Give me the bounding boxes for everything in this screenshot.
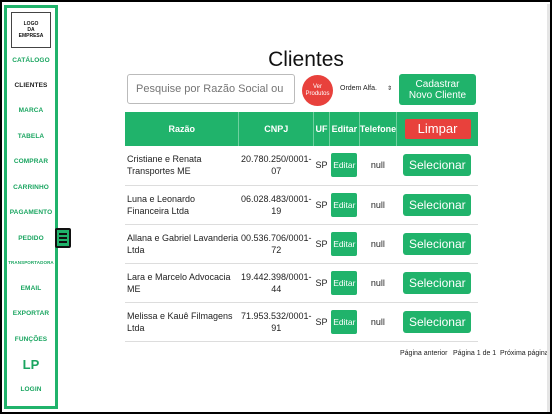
cell-uf: SP: [313, 224, 330, 264]
sidebar: LOGO DA EMPRESA CATÁLOGO CLIENTES MARCA …: [4, 5, 58, 409]
cell-editar: Editar: [329, 146, 360, 186]
header-telefone: Telefone: [359, 112, 398, 146]
cell-razao: Lara e Marcelo Advocacia ME: [125, 263, 239, 303]
sidebar-item-email[interactable]: EMAIL: [7, 285, 55, 292]
cell-cnpj: 00.536.706/0001-72: [238, 224, 314, 264]
order-select[interactable]: Ordem Alfa. ⇕: [337, 80, 395, 96]
cell-selecionar: Selecionar: [396, 146, 478, 186]
page-title: Clientes: [268, 48, 344, 71]
pagination-info: Página 1 de 1: [453, 350, 497, 357]
sidebar-item-marca[interactable]: MARCA: [7, 107, 55, 114]
menu-icon-bar: [59, 233, 67, 235]
sidebar-item-exportar[interactable]: EXPORTAR: [7, 310, 55, 317]
cell-uf: SP: [313, 185, 330, 225]
cell-uf: SP: [313, 146, 330, 186]
sidebar-item-transportadora[interactable]: TRANSPORTADORA: [7, 260, 55, 265]
table-row: Lara e Marcelo Advocacia ME 19.442.398/0…: [125, 263, 478, 303]
editar-button[interactable]: Editar: [331, 270, 358, 295]
company-logo: LOGO DA EMPRESA: [11, 12, 51, 48]
cell-cnpj: 06.028.483/0001-19: [238, 185, 314, 225]
cell-uf: SP: [313, 302, 330, 342]
sidebar-item-funcoes[interactable]: FUNÇÕES: [7, 336, 55, 343]
cell-razao: Allana e Gabriel Lavanderia Ltda: [125, 224, 239, 264]
sidebar-toggle-button[interactable]: [55, 228, 71, 248]
header-uf: UF: [313, 112, 330, 146]
ver-produtos-line-1: Ver: [312, 83, 322, 90]
cell-telefone: null: [359, 185, 397, 225]
cell-selecionar: Selecionar: [396, 302, 478, 342]
cell-razao: Melissa e Kauê Filmagens Ltda: [125, 302, 239, 342]
cell-razao: Luna e Leonardo Financeira Ltda: [125, 185, 239, 225]
header-editar: Editar: [329, 112, 360, 146]
menu-icon-bar: [59, 237, 67, 239]
cadastrar-line-1: Cadastrar: [415, 78, 460, 90]
table-row: Allana e Gabriel Lavanderia Ltda 00.536.…: [125, 224, 478, 264]
editar-button[interactable]: Editar: [331, 231, 358, 256]
cell-telefone: null: [359, 263, 397, 303]
cell-cnpj: 19.442.398/0001-44: [238, 263, 314, 303]
pagination-prev-link[interactable]: Página anterior: [400, 350, 447, 357]
header-limpar-cell: Limpar: [396, 112, 478, 146]
cell-editar: Editar: [329, 263, 360, 303]
sidebar-item-comprar[interactable]: COMPRAR: [7, 158, 55, 165]
updown-chevron-icon: ⇕: [386, 85, 392, 92]
header-cnpj: CNPJ: [238, 112, 315, 146]
order-select-value: Ordem Alfa.: [340, 84, 377, 92]
cell-editar: Editar: [329, 224, 360, 264]
selecionar-button[interactable]: Selecionar: [403, 310, 472, 333]
selecionar-button[interactable]: Selecionar: [403, 193, 472, 216]
cadastrar-line-2: Novo Cliente: [408, 89, 467, 101]
cell-telefone: null: [359, 224, 397, 264]
cell-razao: Cristiane e Renata Transportes ME: [125, 146, 239, 186]
editar-button[interactable]: Editar: [331, 309, 358, 334]
sidebar-item-clientes[interactable]: CLIENTES: [7, 82, 55, 89]
vertical-scrollbar[interactable]: [547, 4, 550, 412]
ver-produtos-button[interactable]: Ver Produtos: [302, 75, 333, 106]
sidebar-item-lp[interactable]: LP: [7, 357, 55, 372]
sidebar-item-pagamento[interactable]: PAGAMENTO: [7, 209, 55, 216]
cell-uf: SP: [313, 263, 330, 303]
sidebar-item-pedido[interactable]: PEDIDO: [7, 235, 55, 242]
logo-line-3: EMPRESA: [18, 33, 44, 39]
cell-telefone: null: [359, 146, 397, 186]
table-row: Luna e Leonardo Financeira Ltda 06.028.4…: [125, 185, 478, 225]
editar-button[interactable]: Editar: [331, 192, 358, 217]
menu-icon-bar: [59, 241, 67, 243]
table-header-row: Razão CNPJ UF Editar Telefone Limpar: [125, 112, 478, 146]
cadastrar-cliente-button[interactable]: Cadastrar Novo Cliente: [399, 74, 476, 105]
ver-produtos-line-2: Produtos: [305, 90, 330, 97]
cell-cnpj: 20.780.250/0001-07: [238, 146, 314, 186]
sidebar-item-tabela[interactable]: TABELA: [7, 133, 55, 140]
limpar-button[interactable]: Limpar: [404, 119, 471, 139]
selecionar-button[interactable]: Selecionar: [403, 232, 472, 255]
editar-button[interactable]: Editar: [331, 153, 358, 178]
selecionar-button[interactable]: Selecionar: [403, 271, 472, 294]
sidebar-item-catalogo[interactable]: CATÁLOGO: [7, 57, 55, 64]
cell-selecionar: Selecionar: [396, 185, 478, 225]
sidebar-item-carrinho[interactable]: CARRINHO: [7, 184, 55, 191]
cell-selecionar: Selecionar: [396, 263, 478, 303]
table-row: Cristiane e Renata Transportes ME 20.780…: [125, 146, 478, 186]
selecionar-button[interactable]: Selecionar: [403, 154, 472, 177]
sidebar-item-login[interactable]: LOGIN: [7, 386, 55, 393]
header-razao: Razão: [125, 112, 240, 146]
cell-editar: Editar: [329, 302, 360, 342]
clientes-table: Razão CNPJ UF Editar Telefone Limpar Cri…: [125, 112, 478, 342]
app-frame: LOGO DA EMPRESA CATÁLOGO CLIENTES MARCA …: [2, 2, 550, 412]
cell-cnpj: 71.953.532/0001-91: [238, 302, 314, 342]
search-input[interactable]: [127, 74, 295, 104]
pagination-next-link[interactable]: Próxima página: [500, 350, 549, 357]
cell-editar: Editar: [329, 185, 360, 225]
cell-selecionar: Selecionar: [396, 224, 478, 264]
table-row: Melissa e Kauê Filmagens Ltda 71.953.532…: [125, 302, 478, 342]
cell-telefone: null: [359, 302, 397, 342]
